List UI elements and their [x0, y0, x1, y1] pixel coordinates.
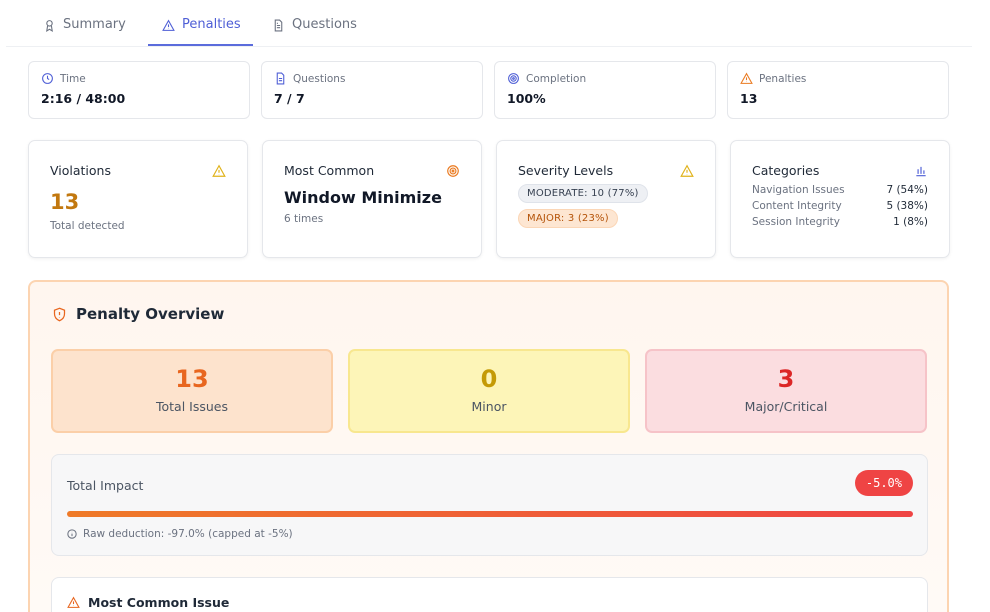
shield-alert-icon	[53, 307, 66, 321]
most-common-sub: 6 times	[284, 213, 324, 225]
severity-major-badge: MAJOR: 3 (23%)	[518, 209, 618, 228]
category-row: Navigation Issues 7 (54%)	[752, 184, 928, 196]
tab-penalties-label: Penalties	[182, 17, 241, 32]
file-text-icon	[274, 19, 283, 32]
most-common-name: Window Minimize	[284, 188, 442, 207]
major-critical-box: 3 Major/Critical	[645, 349, 927, 433]
total-impact-label: Total Impact	[67, 478, 144, 493]
violations-card: Violations 13 Total detected	[28, 140, 248, 258]
raw-deduction-text: Raw deduction: -97.0% (capped at -5%)	[83, 528, 293, 540]
severity-moderate-badge: MODERATE: 10 (77%)	[518, 184, 648, 203]
severity-title: Severity Levels	[518, 163, 614, 178]
target-icon	[447, 164, 459, 177]
category-row: Session Integrity 1 (8%)	[752, 216, 928, 228]
stat-penalties: Penalties 13	[727, 61, 949, 119]
most-common-card: Most Common Window Minimize 6 times	[262, 140, 482, 258]
award-icon	[46, 20, 53, 32]
total-issues-box: 13 Total Issues	[51, 349, 333, 433]
categories-title: Categories	[752, 163, 820, 178]
minor-value: 0	[480, 365, 498, 393]
stat-questions: Questions 7 / 7	[261, 61, 483, 119]
stat-penalties-label: Penalties	[759, 72, 807, 85]
most-common-issue-title: Most Common Issue	[88, 595, 230, 610]
total-issues-value: 13	[175, 365, 209, 393]
most-common-title: Most Common	[284, 163, 375, 178]
category-value: 7 (54%)	[886, 184, 928, 196]
penalty-overview-title-text: Penalty Overview	[76, 305, 225, 323]
alert-triangle-icon	[67, 596, 80, 608]
minor-box: 0 Minor	[348, 349, 630, 433]
tab-summary-label: Summary	[63, 17, 126, 32]
stat-questions-label: Questions	[293, 72, 346, 85]
category-name: Session Integrity	[752, 216, 840, 228]
tab-bar: Summary Penalties Questions	[6, 0, 972, 47]
tab-penalties[interactable]: Penalties	[148, 13, 253, 46]
raw-deduction-note: Raw deduction: -97.0% (capped at -5%)	[67, 528, 293, 540]
category-value: 1 (8%)	[893, 216, 928, 228]
clock-icon	[42, 73, 53, 84]
category-row: Content Integrity 5 (38%)	[752, 200, 928, 212]
category-name: Content Integrity	[752, 200, 842, 212]
category-value: 5 (38%)	[886, 200, 928, 212]
violations-sub: Total detected	[50, 220, 125, 232]
tab-summary[interactable]: Summary	[43, 13, 126, 46]
minor-label: Minor	[471, 399, 507, 414]
major-critical-value: 3	[777, 365, 795, 393]
total-impact-section: Total Impact -5.0% Raw deduction: -97.0%…	[51, 454, 928, 556]
total-impact-bar	[67, 511, 913, 517]
severity-card: Severity Levels MODERATE: 10 (77%) MAJOR…	[496, 140, 716, 258]
alert-triangle-icon	[680, 164, 694, 177]
category-name: Navigation Issues	[752, 184, 845, 196]
violations-title: Violations	[50, 163, 111, 178]
violations-count: 13	[50, 190, 80, 214]
alert-triangle-icon	[740, 72, 753, 84]
stat-completion-value: 100%	[507, 91, 546, 106]
major-critical-label: Major/Critical	[744, 399, 828, 414]
penalty-overview-title: Penalty Overview	[52, 305, 224, 323]
stat-completion: Completion 100%	[494, 61, 716, 119]
categories-card: Categories Navigation Issues 7 (54%) Con…	[730, 140, 950, 258]
stat-time: Time 2:16 / 48:00	[28, 61, 250, 119]
target-icon	[508, 73, 519, 84]
stat-time-label: Time	[60, 72, 86, 85]
stat-completion-label: Completion	[526, 72, 587, 85]
info-icon	[67, 529, 77, 539]
tab-questions-label: Questions	[292, 17, 357, 32]
penalty-overview-panel: Penalty Overview 13 Total Issues 0 Minor…	[28, 280, 949, 612]
bar-chart-icon	[916, 166, 926, 176]
alert-triangle-icon	[162, 19, 175, 31]
stat-questions-value: 7 / 7	[274, 91, 305, 106]
most-common-issue-section: Most Common Issue	[51, 577, 928, 612]
tab-questions[interactable]: Questions	[272, 13, 357, 46]
stat-penalties-value: 13	[740, 91, 758, 106]
total-impact-badge: -5.0%	[854, 470, 913, 496]
total-issues-label: Total Issues	[155, 399, 228, 414]
file-text-icon	[276, 72, 285, 85]
stat-time-value: 2:16 / 48:00	[41, 91, 126, 106]
alert-triangle-icon	[212, 164, 226, 177]
